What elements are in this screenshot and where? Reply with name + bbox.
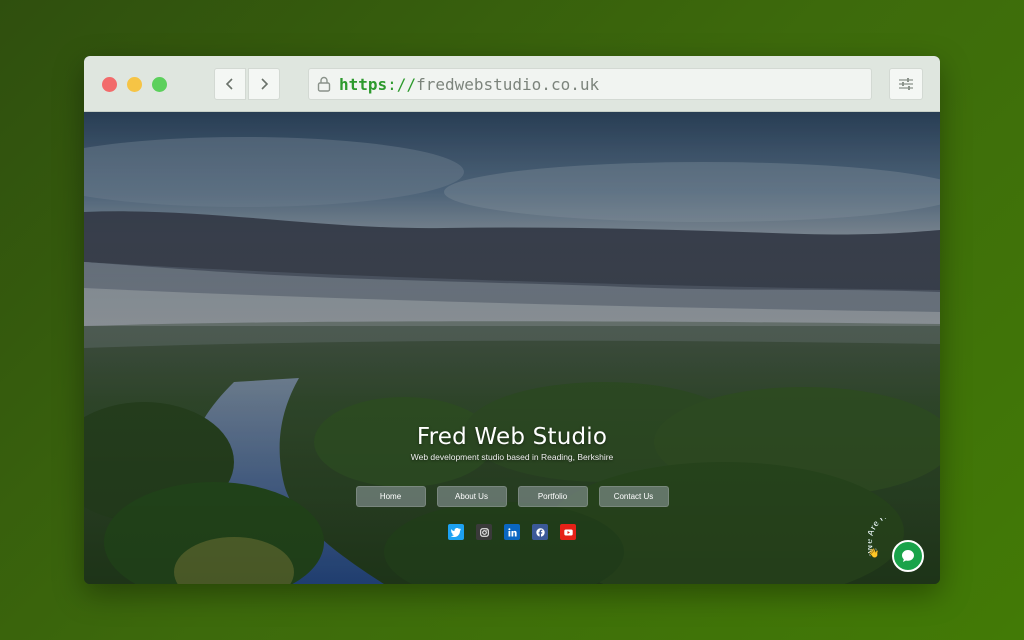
browser-toolbar: https://fredwebstudio.co.uk (84, 56, 940, 112)
url-host: fredwebstudio.co.uk (416, 74, 600, 94)
forward-button[interactable] (248, 68, 280, 100)
back-button[interactable] (214, 68, 246, 100)
social-links (84, 524, 940, 540)
settings-button[interactable] (889, 68, 923, 100)
maximize-window-button[interactable] (152, 77, 167, 92)
address-bar[interactable]: https://fredwebstudio.co.uk (308, 68, 872, 100)
site-subtitle: Web development studio based in Reading,… (410, 452, 614, 462)
linkedin-icon[interactable] (504, 524, 520, 540)
nav-about-button[interactable]: About Us (436, 486, 507, 507)
hero-background-image (84, 112, 940, 584)
minimize-window-button[interactable] (127, 77, 142, 92)
sliders-icon (899, 78, 913, 90)
chat-button[interactable] (892, 540, 924, 572)
youtube-icon[interactable] (560, 524, 576, 540)
facebook-icon[interactable] (532, 524, 548, 540)
url-scheme: https (339, 74, 388, 94)
waving-hand-icon: 👋 (868, 548, 879, 558)
website-page: Fred Web Studio Web development studio b… (84, 112, 940, 584)
hero-section: Fred Web Studio Web development studio b… (84, 424, 940, 462)
chevron-right-icon (261, 78, 269, 90)
chat-bubble-icon (902, 550, 914, 562)
chat-widget[interactable]: We Are Here! 👋 (868, 518, 928, 578)
nav-home-button[interactable]: Home (355, 486, 426, 507)
nav-portfolio-button[interactable]: Portfolio (517, 486, 588, 507)
main-navigation: Home About Us Portfolio Contact Us (84, 486, 940, 507)
nav-contact-button[interactable]: Contact Us (598, 486, 669, 507)
close-window-button[interactable] (102, 77, 117, 92)
browser-window: https://fredwebstudio.co.uk Fred Web St… (84, 56, 940, 584)
chevron-left-icon (225, 78, 233, 90)
instagram-icon[interactable] (476, 524, 492, 540)
site-title: Fred Web Studio (416, 424, 608, 450)
lock-icon (317, 76, 331, 92)
twitter-icon[interactable] (448, 524, 464, 540)
url-separator: :// (387, 74, 417, 94)
